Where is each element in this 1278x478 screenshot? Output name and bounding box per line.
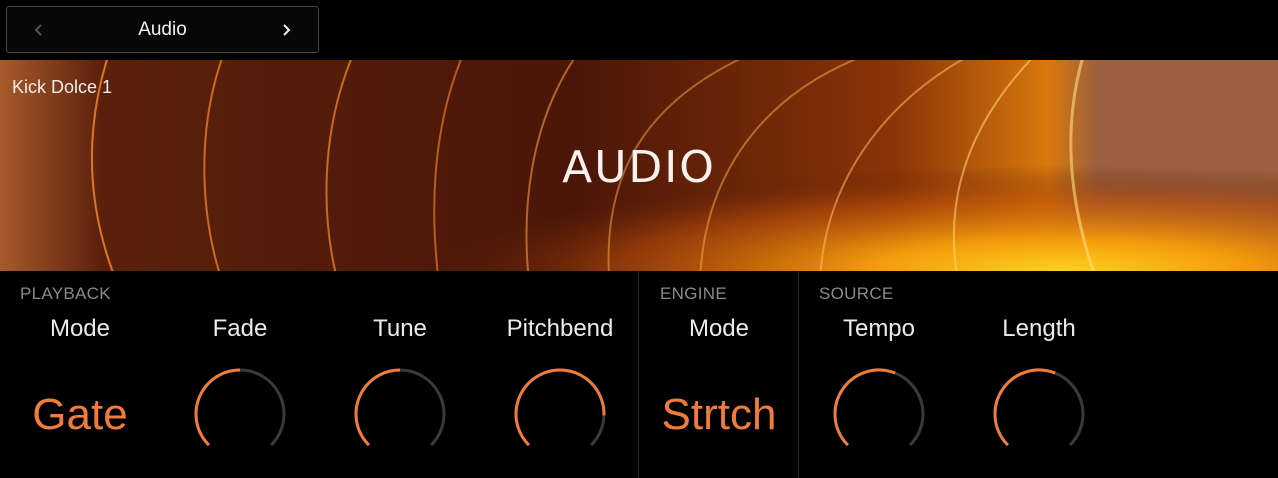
knob-value-arc xyxy=(993,368,1056,447)
fade-label: Fade xyxy=(212,315,268,342)
source-label: SOURCE xyxy=(819,284,894,303)
engine-label: ENGINE xyxy=(660,284,727,303)
knob-value-arc xyxy=(194,368,241,447)
knob-value-arc xyxy=(354,368,401,447)
tune-knob[interactable] xyxy=(350,366,450,458)
pitchbend-label: Pitchbend xyxy=(506,315,614,342)
length-label: Length xyxy=(1002,315,1076,342)
fade-knob[interactable] xyxy=(190,366,290,458)
engine-mode-label: Mode xyxy=(688,315,750,342)
engine-mode-value[interactable]: Strtch xyxy=(639,390,799,440)
chevron-right-icon[interactable] xyxy=(266,7,306,52)
playback-mode-value[interactable]: Gate xyxy=(0,390,160,440)
playback-mode-label: Mode xyxy=(49,315,111,342)
length-knob[interactable] xyxy=(989,366,1089,458)
chevron-left-icon[interactable] xyxy=(19,7,59,52)
preset-banner: Kick Dolce 1 AUDIO xyxy=(0,60,1278,271)
device-navigator: Audio xyxy=(6,6,319,53)
playback-label: PLAYBACK xyxy=(20,284,111,303)
device-title: Audio xyxy=(138,18,187,40)
pitchbend-knob[interactable] xyxy=(510,366,610,458)
engine-section: ENGINE xyxy=(639,271,798,478)
tune-label: Tune xyxy=(373,315,427,342)
tempo-knob[interactable] xyxy=(829,366,929,458)
tempo-label: Tempo xyxy=(842,315,916,342)
top-bar: Audio xyxy=(0,0,1278,60)
knob-value-arc xyxy=(833,368,896,447)
knob-value-arc xyxy=(514,368,606,447)
preset-name: Kick Dolce 1 xyxy=(12,77,113,97)
device-logo: AUDIO xyxy=(562,142,716,193)
